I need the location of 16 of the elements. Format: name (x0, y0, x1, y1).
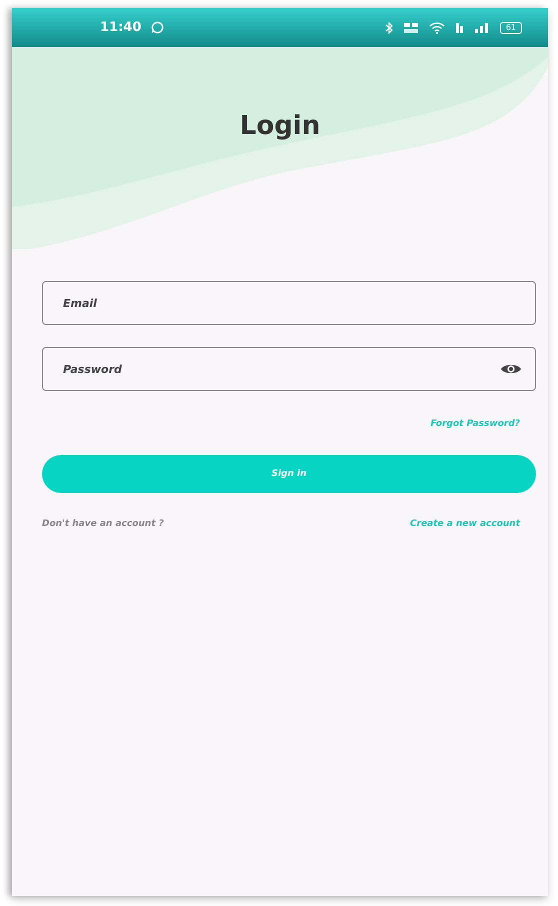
bluetooth-icon (384, 22, 393, 34)
wifi-icon (428, 22, 445, 34)
signal-icon (474, 22, 490, 33)
network-speed-icon (402, 22, 419, 34)
chat-icon (151, 21, 164, 34)
eye-icon[interactable] (500, 362, 522, 376)
login-title: Login (240, 111, 320, 143)
create-account-link[interactable]: Create a new account (410, 519, 520, 529)
sign-in-button[interactable]: Sign in (42, 455, 536, 493)
signup-prompt: Don't have an account ? (42, 519, 164, 529)
battery-indicator: 61 (500, 22, 522, 34)
forgot-password-link[interactable]: Forgot Password? (430, 419, 520, 429)
mobile-data-icon (454, 22, 464, 34)
status-time: 11:40 (100, 20, 142, 35)
password-field[interactable]: Password (42, 347, 536, 391)
email-field[interactable]: Email (42, 281, 536, 325)
